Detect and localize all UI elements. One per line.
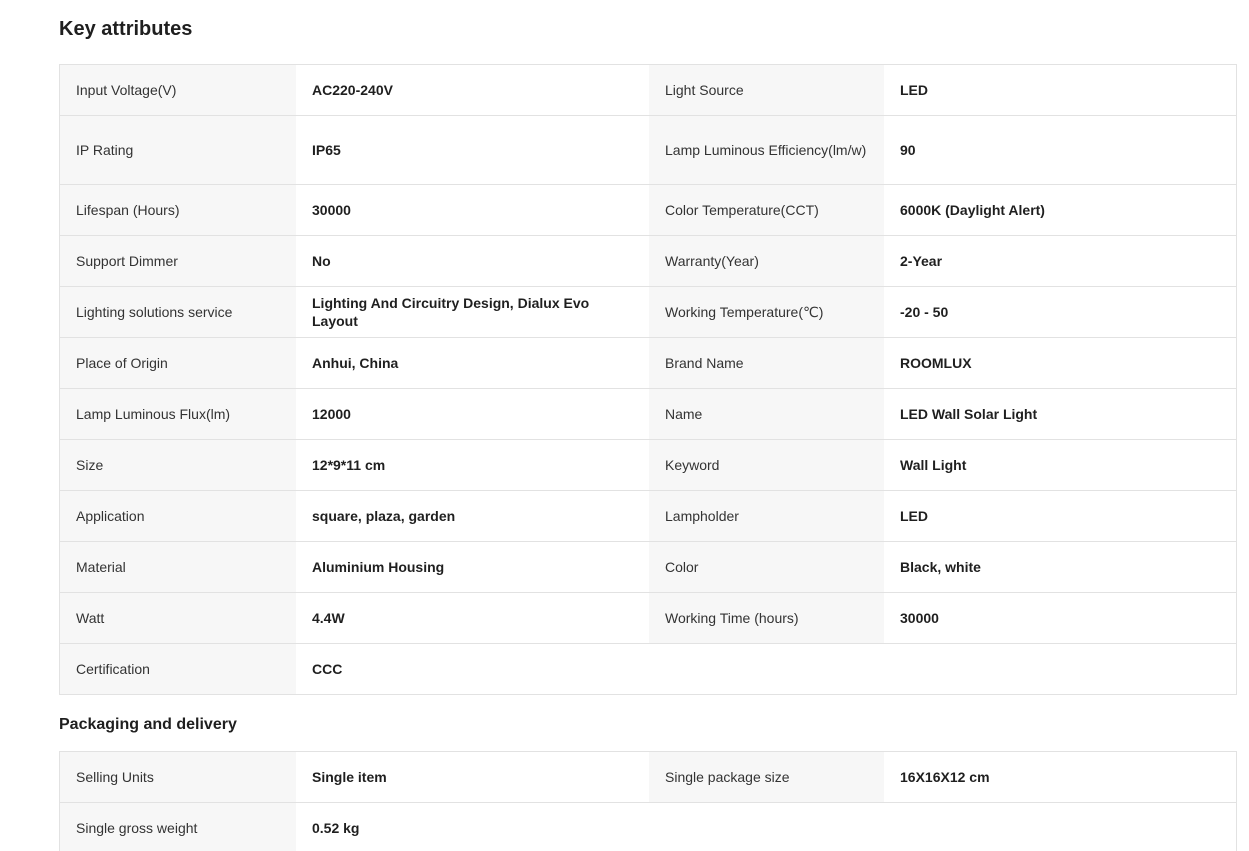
attribute-value: Lighting And Circuitry Design, Dialux Ev…	[296, 287, 649, 337]
attribute-value: -20 - 50	[884, 287, 1236, 337]
attribute-value: 6000K (Daylight Alert)	[884, 185, 1236, 235]
attribute-value: IP65	[296, 116, 649, 184]
attribute-row: Support Dimmer No Warranty(Year) 2-Year	[60, 235, 1236, 286]
attribute-value: 0.52 kg	[296, 803, 649, 851]
attribute-value: Aluminium Housing	[296, 542, 649, 592]
attribute-value: LED	[884, 491, 1236, 541]
attribute-label: Lamp Luminous Flux(lm)	[60, 389, 296, 439]
attribute-value: 90	[884, 116, 1236, 184]
attribute-label: Warranty(Year)	[649, 236, 884, 286]
attribute-row: Material Aluminium Housing Color Black, …	[60, 541, 1236, 592]
attribute-row: Single gross weight 0.52 kg	[60, 802, 1236, 851]
attribute-row: Watt 4.4W Working Time (hours) 30000	[60, 592, 1236, 643]
attribute-label: Lifespan (Hours)	[60, 185, 296, 235]
attribute-row: Input Voltage(V) AC220-240V Light Source…	[60, 65, 1236, 115]
attribute-value: Wall Light	[884, 440, 1236, 490]
attribute-row: Lighting solutions service Lighting And …	[60, 286, 1236, 337]
attribute-value: 30000	[884, 593, 1236, 643]
attribute-label: Working Temperature(℃)	[649, 287, 884, 337]
attribute-label: Single gross weight	[60, 803, 296, 851]
attribute-value: square, plaza, garden	[296, 491, 649, 541]
attribute-row: Place of Origin Anhui, China Brand Name …	[60, 337, 1236, 388]
attribute-label: Working Time (hours)	[649, 593, 884, 643]
attribute-value: ROOMLUX	[884, 338, 1236, 388]
attribute-value: 2-Year	[884, 236, 1236, 286]
attribute-value: LED Wall Solar Light	[884, 389, 1236, 439]
attribute-label: Color	[649, 542, 884, 592]
attribute-value: Anhui, China	[296, 338, 649, 388]
product-attributes-page: Key attributes Input Voltage(V) AC220-24…	[0, 0, 1249, 851]
attribute-label: Selling Units	[60, 752, 296, 802]
attribute-label: Size	[60, 440, 296, 490]
attribute-value	[884, 644, 1236, 694]
attribute-label: Input Voltage(V)	[60, 65, 296, 115]
attribute-label: Name	[649, 389, 884, 439]
attribute-value: 4.4W	[296, 593, 649, 643]
attribute-row: IP Rating IP65 Lamp Luminous Efficiency(…	[60, 115, 1236, 184]
attribute-row: Lamp Luminous Flux(lm) 12000 Name LED Wa…	[60, 388, 1236, 439]
attribute-label	[649, 803, 884, 851]
attribute-label: IP Rating	[60, 116, 296, 184]
attribute-label: Lighting solutions service	[60, 287, 296, 337]
attribute-label: Material	[60, 542, 296, 592]
attribute-label: Brand Name	[649, 338, 884, 388]
attribute-label: Light Source	[649, 65, 884, 115]
attribute-row: Selling Units Single item Single package…	[60, 752, 1236, 802]
attribute-value: Black, white	[884, 542, 1236, 592]
attribute-value: LED	[884, 65, 1236, 115]
attribute-label: Color Temperature(CCT)	[649, 185, 884, 235]
attribute-value: AC220-240V	[296, 65, 649, 115]
attribute-value: No	[296, 236, 649, 286]
attribute-value: CCC	[296, 644, 649, 694]
attribute-label: Support Dimmer	[60, 236, 296, 286]
attribute-value	[884, 803, 1236, 851]
attribute-label: Keyword	[649, 440, 884, 490]
attribute-row: Lifespan (Hours) 30000 Color Temperature…	[60, 184, 1236, 235]
attribute-value: 12*9*11 cm	[296, 440, 649, 490]
attribute-label	[649, 644, 884, 694]
packaging-table: Selling Units Single item Single package…	[59, 751, 1237, 851]
attribute-value: Single item	[296, 752, 649, 802]
attribute-row: Certification CCC	[60, 643, 1236, 694]
attribute-row: Size 12*9*11 cm Keyword Wall Light	[60, 439, 1236, 490]
attribute-label: Certification	[60, 644, 296, 694]
attribute-label: Application	[60, 491, 296, 541]
attribute-row: Application square, plaza, garden Lampho…	[60, 490, 1236, 541]
attribute-value: 30000	[296, 185, 649, 235]
attribute-label: Watt	[60, 593, 296, 643]
attribute-label: Place of Origin	[60, 338, 296, 388]
attribute-label: Single package size	[649, 752, 884, 802]
key-attributes-table: Input Voltage(V) AC220-240V Light Source…	[59, 64, 1237, 695]
packaging-delivery-title: Packaging and delivery	[59, 716, 237, 733]
key-attributes-title: Key attributes	[59, 18, 193, 40]
attribute-value: 12000	[296, 389, 649, 439]
attribute-value: 16X16X12 cm	[884, 752, 1236, 802]
attribute-label: Lamp Luminous Efficiency(lm/w)	[649, 116, 884, 184]
attribute-label: Lampholder	[649, 491, 884, 541]
